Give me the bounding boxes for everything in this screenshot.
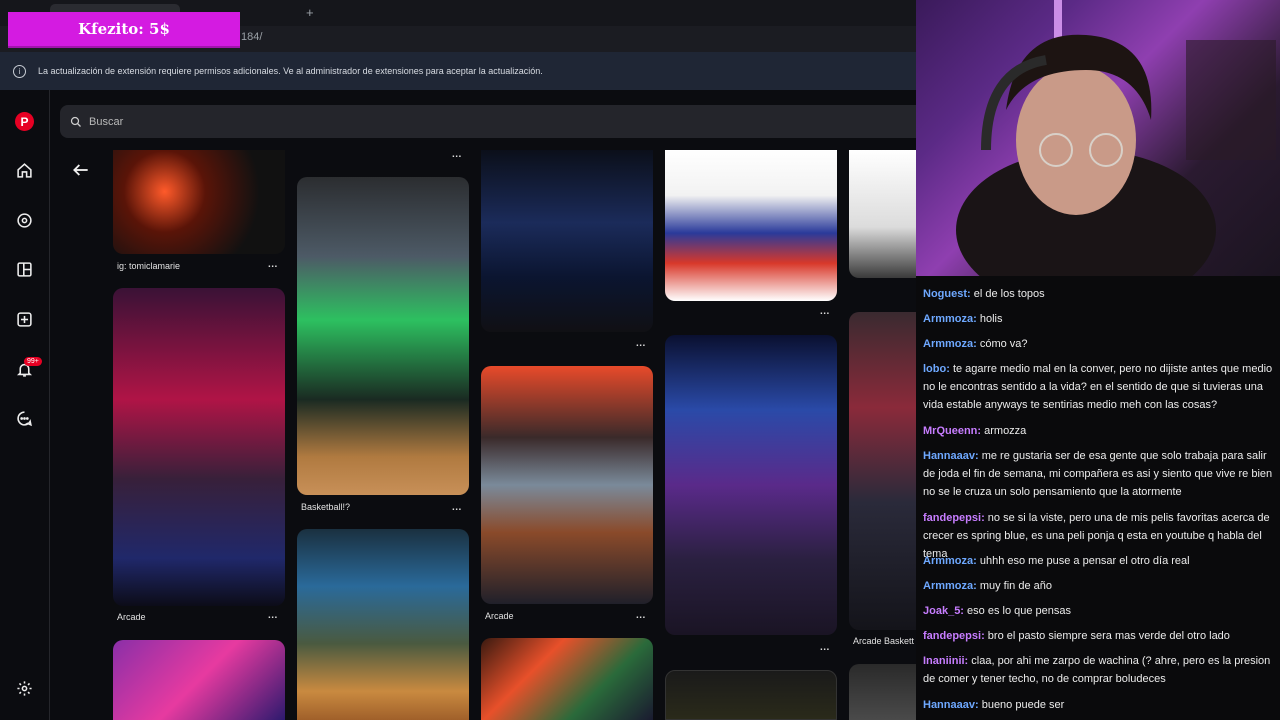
pin-image[interactable] [297, 177, 469, 495]
pin-image[interactable] [849, 312, 916, 630]
chat-message: Armmoza: uhhh eso me puse a pensar el ot… [923, 552, 1273, 570]
chat-username[interactable]: Joak_5: [923, 605, 967, 617]
back-arrow-icon[interactable] [71, 160, 91, 180]
more-options-icon[interactable]: ... [636, 338, 646, 349]
create-icon[interactable] [15, 310, 34, 329]
chat-username[interactable]: lobo: [923, 363, 953, 375]
home-icon[interactable] [15, 161, 34, 180]
more-options-icon[interactable]: ... [636, 610, 646, 621]
chat-text: te agarre medio mal en la conver, pero n… [923, 363, 1273, 411]
chat-username[interactable]: fandepepsi: [923, 630, 988, 642]
settings-icon[interactable] [15, 679, 34, 698]
search-icon [70, 116, 81, 127]
pin-caption[interactable]: Basketball!? [301, 502, 350, 512]
chat-username[interactable]: Armmoza: [923, 555, 980, 567]
chat-message: Inaniinii: claa, por ahi me zarpo de wac… [923, 652, 1273, 688]
url-text: 184/ [241, 31, 263, 43]
pin-caption[interactable]: Arcade [485, 611, 514, 621]
chat-username[interactable]: Inaniinii: [923, 655, 971, 667]
new-tab-button[interactable]: + [306, 5, 314, 20]
pin-image[interactable] [665, 335, 837, 635]
pin-image[interactable] [849, 150, 916, 278]
chat-text: bro el pasto siempre sera mas verde del … [987, 630, 1230, 642]
pin-image[interactable] [113, 288, 285, 606]
chat-message: Hannaaav: me re gustaria ser de esa gent… [923, 447, 1273, 501]
chat-username[interactable]: Armmoza: [923, 313, 980, 325]
chat-text: eso es lo que pensas [967, 605, 1071, 617]
extension-info-bar: i La actualización de extensión requiere… [0, 52, 916, 90]
pin-image[interactable] [481, 638, 653, 720]
chat-message: Armmoza: holis [923, 310, 1273, 328]
more-options-icon[interactable]: ... [820, 642, 830, 653]
webcam-figure [956, 0, 1276, 276]
pin-image[interactable] [481, 150, 653, 332]
more-options-icon[interactable]: ... [268, 259, 278, 270]
pin-image[interactable] [849, 664, 916, 720]
chat-username[interactable]: Noguest: [923, 288, 974, 300]
chat-username[interactable]: Armmoza: [923, 338, 980, 350]
chat-username[interactable]: fandepepsi: [923, 512, 988, 524]
chat-message: MrQueenn: armozza [923, 422, 1273, 440]
pinterest-logo-icon[interactable]: P [15, 112, 34, 131]
chat-username[interactable]: Armmoza: [923, 580, 980, 592]
info-icon: i [13, 64, 26, 78]
sidebar: P 99+ [0, 90, 50, 720]
chat-text: claa, por ahi me zarpo de wachina (? ahr… [923, 655, 1271, 685]
chat-message: fandepepsi: bro el pasto siempre sera ma… [923, 627, 1273, 645]
chat-message: Joak_5: eso es lo que pensas [923, 602, 1273, 620]
pin-image[interactable] [665, 670, 837, 720]
pin-caption[interactable]: ig: tomiclamarie [117, 261, 180, 271]
chat-text: uhhh eso me puse a pensar el otro día re… [979, 555, 1190, 567]
more-options-icon[interactable]: ... [268, 610, 278, 621]
more-options-icon[interactable]: ... [820, 306, 830, 317]
chat-username[interactable]: Hannaaav: [923, 699, 982, 711]
chat-text: muy fin de año [979, 580, 1052, 592]
chat-message: Armmoza: cómo va? [923, 335, 1273, 353]
more-options-icon[interactable]: ... [452, 502, 462, 513]
pin-image[interactable] [481, 366, 653, 604]
chat-message: lobo: te agarre medio mal en la conver, … [923, 360, 1273, 414]
notification-count-badge: 99+ [24, 357, 42, 366]
chat-message: Armmoza: muy fin de año [923, 577, 1273, 595]
pin-image[interactable] [665, 150, 837, 301]
chat-text: armozza [984, 425, 1027, 437]
boards-icon[interactable] [15, 260, 34, 279]
search-input[interactable] [87, 114, 691, 129]
chat-message: Noguest: el de los topos [923, 285, 1273, 303]
chat-username[interactable]: Hannaaav: [923, 450, 982, 462]
pin-image[interactable] [113, 640, 285, 720]
info-message: La actualización de extensión requiere p… [38, 66, 543, 76]
chat-text: el de los topos [973, 288, 1045, 300]
more-options-icon[interactable]: ... [452, 149, 462, 160]
pin-caption[interactable]: Arcade Baskett [853, 636, 914, 646]
messages-icon[interactable] [15, 409, 34, 428]
pin-image[interactable] [297, 529, 469, 720]
chat-message: Hannaaav: bueno puede ser [923, 696, 1273, 714]
chat-text: cómo va? [979, 338, 1028, 350]
streamer-webcam [916, 0, 1280, 276]
explore-icon[interactable] [15, 211, 34, 230]
donation-alert: Kfezito: 5$ [8, 12, 240, 48]
chat-text: holis [979, 313, 1003, 325]
chat-text: bueno puede ser [981, 699, 1065, 711]
search-bar[interactable] [60, 105, 916, 138]
pin-caption[interactable]: Arcade [117, 612, 146, 622]
chat-username[interactable]: MrQueenn: [923, 425, 984, 437]
pin-image[interactable] [113, 150, 285, 254]
stream-chat: Noguest: el de los topos Armmoza: holis Ar… [916, 276, 1280, 720]
